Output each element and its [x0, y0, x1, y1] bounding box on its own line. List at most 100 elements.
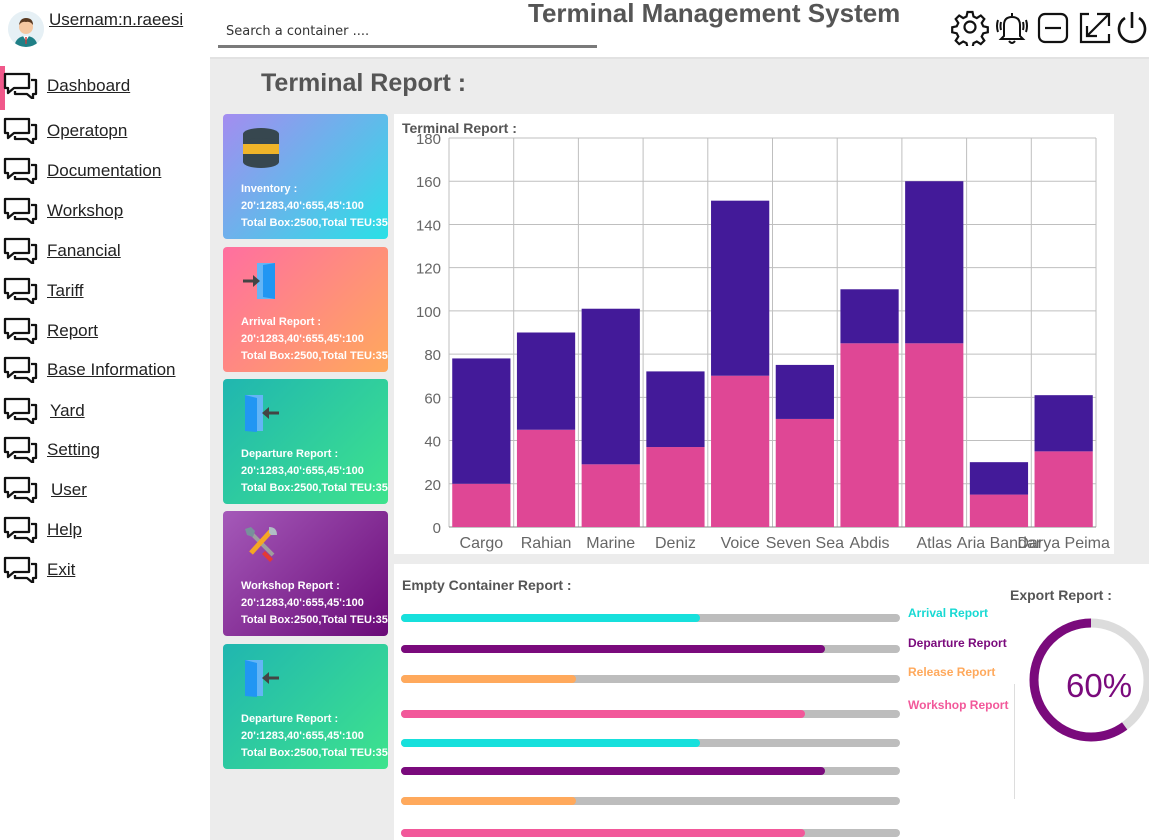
power-icon[interactable]: [1113, 8, 1149, 46]
x-tick-label: Abdis: [850, 535, 890, 552]
chat-icon: [3, 196, 39, 226]
page-title: Terminal Report :: [261, 69, 467, 97]
y-tick-label: 60: [424, 390, 441, 407]
minimize-icon[interactable]: [1035, 8, 1073, 46]
sidebar-item-label: Yard: [50, 401, 85, 420]
sidebar-item-base-information[interactable]: Base Information: [0, 354, 210, 386]
legend-item: Release Report: [908, 665, 996, 679]
summary-card-5[interactable]: Departure Report : 20':1283,40':655,45':1…: [223, 644, 388, 769]
card-title: Workshop Report :: [241, 580, 340, 592]
sidebar-item-setting[interactable]: Setting: [0, 434, 210, 466]
fullscreen-icon[interactable]: [1077, 8, 1115, 46]
bar-cargo-series-2: [452, 358, 511, 484]
legend-item: Workshop Report: [908, 698, 1009, 712]
bar-abdis-series-2: [840, 289, 899, 344]
progress-bar-2: [401, 645, 900, 653]
sidebar-item-label: Documentation: [47, 161, 162, 180]
progress-fill: [401, 710, 806, 718]
terminal-report-chart: 020406080100120140160180Cargo Rahian Marin…: [416, 131, 1110, 552]
sidebar-item-tariff[interactable]: Tariff: [0, 275, 210, 307]
bar-darya-peima-series-2: [1034, 395, 1093, 452]
bell-icon[interactable]: [993, 8, 1031, 46]
chat-icon: [3, 475, 39, 505]
sidebar-item-financial[interactable]: Fanancial: [0, 235, 210, 267]
chat-icon: [3, 236, 39, 266]
bar-rahian-series-1: [516, 429, 576, 527]
card-line-2: Total Box:2500,Total TEU:35: [241, 217, 388, 229]
summary-card-4[interactable]: Workshop Report : 20':1283,40':655,45':10…: [223, 511, 388, 636]
y-tick-label: 100: [416, 304, 441, 321]
avatar[interactable]: [8, 11, 44, 47]
sidebar-item-report[interactable]: Report: [0, 315, 210, 347]
progress-bar-1: [401, 614, 900, 622]
bar-deniz-series-2: [646, 371, 705, 448]
progress-fill: [401, 614, 701, 622]
bar-aria-bandar-series-2: [969, 462, 1029, 495]
user-profile[interactable]: [8, 10, 44, 48]
tools-icon: [241, 523, 281, 567]
progress-bar-7: [401, 797, 900, 805]
bar-voice-series-2: [711, 200, 770, 376]
chat-icon: [3, 156, 39, 186]
bar-voice-series-1: [711, 375, 770, 527]
sidebar: Usernam:n.raeesi Dashboard Operatopn Docum…: [0, 0, 210, 840]
username-label[interactable]: Usernam:n.raeesi: [49, 10, 183, 30]
card-line-1: 20':1283,40':655,45':100: [241, 333, 364, 345]
sidebar-item-help[interactable]: Help: [0, 514, 210, 546]
card-title: Departure Report :: [241, 713, 339, 725]
sidebar-item-user[interactable]: User: [0, 474, 210, 506]
chat-icon: [3, 515, 39, 545]
card-line-2: Total Box:2500,Total TEU:35: [241, 614, 388, 626]
summary-card-2[interactable]: Arrival Report : 20':1283,40':655,45':100…: [223, 247, 388, 372]
chat-icon: [3, 355, 39, 385]
sidebar-item-label: Setting: [47, 440, 100, 459]
sidebar-item-label: User: [51, 480, 87, 499]
card-line-1: 20':1283,40':655,45':100: [241, 730, 364, 742]
progress-fill: [401, 797, 576, 805]
chart-title: Terminal Report :: [402, 120, 517, 136]
progress-fill: [401, 675, 576, 683]
app-title: Terminal Management System: [528, 0, 901, 28]
sidebar-item-label: Base Information: [47, 360, 176, 379]
door-exit-icon: [241, 656, 281, 700]
empty-container-panel: Empty Container Report : Arrival Report D…: [394, 564, 1149, 840]
x-tick-label: Seven Sea: [766, 535, 844, 552]
sidebar-item-exit[interactable]: Exit: [0, 554, 210, 586]
bar-darya-peima-series-1: [1034, 451, 1093, 527]
sidebar-item-workshop[interactable]: Workshop: [0, 195, 210, 227]
progress-bar-5: [401, 739, 900, 747]
bar-atlas-series-2: [905, 181, 964, 344]
sidebar-item-yard[interactable]: Yard: [0, 395, 210, 427]
sidebar-item-dashboard[interactable]: Dashboard: [0, 70, 210, 102]
y-tick-label: 120: [416, 261, 441, 278]
bar-cargo-series-1: [452, 483, 511, 527]
summary-card-1[interactable]: Inventory : 20':1283,40':655,45':100 Total…: [223, 114, 388, 239]
chat-icon: [3, 555, 39, 585]
bar-rahian-series-2: [516, 332, 576, 430]
legend-item: Arrival Report: [908, 606, 989, 620]
chat-icon: [3, 276, 39, 306]
progress-bar-8: [401, 829, 900, 837]
card-line-1: 20':1283,40':655,45':100: [241, 597, 364, 609]
chat-icon: [3, 396, 39, 426]
x-tick-label: Cargo: [460, 535, 504, 552]
gear-icon[interactable]: [951, 8, 989, 49]
sidebar-item-documentation[interactable]: Documentation: [0, 155, 210, 187]
empty-container-title: Empty Container Report :: [402, 577, 572, 593]
card-line-1: 20':1283,40':655,45':100: [241, 465, 364, 477]
progress-bar-3: [401, 675, 900, 683]
chat-icon: [3, 316, 39, 346]
sidebar-item-operation[interactable]: Operatopn: [0, 115, 210, 147]
bar-atlas-series-1: [905, 343, 964, 527]
x-tick-label: Deniz: [655, 535, 696, 552]
y-tick-label: 160: [416, 174, 441, 191]
bar-abdis-series-1: [840, 343, 899, 527]
card-line-2: Total Box:2500,Total TEU:35: [241, 350, 388, 362]
summary-card-3[interactable]: Departure Report : 20':1283,40':655,45':1…: [223, 379, 388, 504]
sidebar-item-label: Tariff: [47, 281, 84, 300]
sidebar-item-label: Exit: [47, 560, 76, 579]
door-enter-icon: [241, 259, 281, 303]
chat-icon: [3, 71, 39, 101]
export-report-title: Export Report :: [1010, 587, 1112, 603]
card-line-2: Total Box:2500,Total TEU:35: [241, 747, 388, 759]
